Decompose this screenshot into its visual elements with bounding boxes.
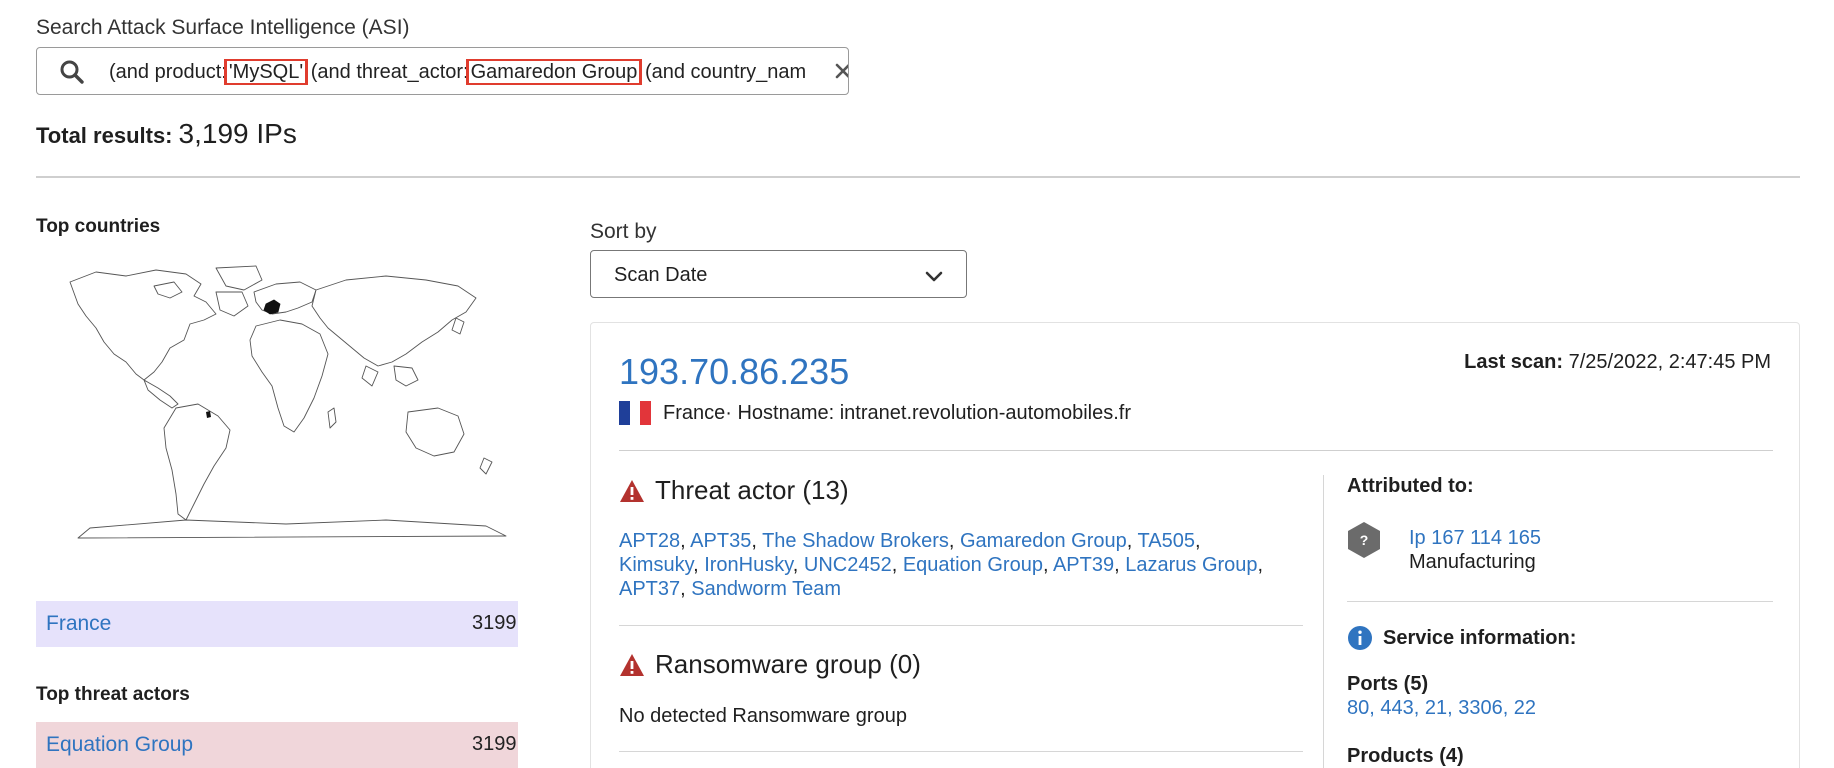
total-results-value: 3,199 IPs [178,118,297,149]
threat-actor-label[interactable]: Equation Group [46,733,193,757]
attributed-title: Attributed to: [1347,475,1474,497]
total-results: Total results: 3,199 IPs [36,118,297,150]
warning-icon [620,653,644,676]
column-divider [1323,475,1324,768]
right-divider [1347,601,1773,602]
search-icon[interactable] [59,59,85,85]
query-part: (and country_nam [639,61,807,83]
sort-select[interactable]: Scan Date [590,250,967,298]
ports-list[interactable]: 80, 443, 21, 3306, 22 [1347,697,1536,720]
threat-actor-link[interactable]: APT35 [690,530,751,552]
threat-actor-link[interactable]: The Shadow Brokers [762,530,949,552]
svg-text:?: ? [1360,532,1369,548]
query-part: (and product: [109,61,227,83]
threat-actor-title: Threat actor (13) [655,475,849,505]
country-label[interactable]: France [46,612,111,636]
top-threat-actors-title: Top threat actors [36,684,190,705]
search-query[interactable]: (and product: 'MySQL' (and threat_actor: G… [109,59,809,85]
threat-actor-link[interactable]: Kimsuky [619,554,693,576]
ransomware-empty: No detected Ransomware group [619,705,907,727]
attributed-sector: Manufacturing [1409,551,1536,573]
query-highlight-product: 'MySQL' [223,59,309,85]
section-divider [619,625,1303,626]
ransomware-heading: Ransomware group (0) [619,649,921,680]
threat-actor-link[interactable]: Equation Group [903,554,1043,576]
threat-actor-row[interactable]: Equation Group [36,722,518,768]
query-highlight-threat-actor: Gamaredon Group [465,59,643,85]
unknown-hexagon-icon: ? [1348,522,1380,558]
hostname: · Hostname: intranet.revolution-automobi… [725,401,1131,424]
location-line: France · Hostname: intranet.revolution-a… [619,401,1131,425]
threat-actor-count: 3199 [472,733,517,755]
last-scan-value: 7/25/2022, 2:47:45 PM [1568,351,1771,373]
close-icon[interactable] [832,60,849,82]
threat-actor-link[interactable]: IronHusky [704,554,793,576]
total-results-label: Total results: [36,123,173,148]
threat-actor-link[interactable]: Sandworm Team [691,578,841,600]
threat-actor-link[interactable]: TA505 [1138,530,1195,552]
sort-label: Sort by [590,220,657,243]
threat-actor-link[interactable]: APT37 [619,578,680,600]
threat-actor-link[interactable]: APT39 [1053,554,1114,576]
ransomware-title: Ransomware group (0) [655,649,921,679]
card-divider [619,450,1773,451]
top-countries-title: Top countries [36,216,161,237]
service-info-title: Service information: [1383,627,1577,649]
query-part: (and threat_actor: [305,61,469,83]
ip-link[interactable]: 193.70.86.235 [619,351,849,393]
threat-actor-link[interactable]: Lazarus Group [1125,554,1257,576]
search-label: Search Attack Surface Intelligence (ASI) [36,16,410,39]
sort-select-value: Scan Date [614,264,708,286]
last-scan-label: Last scan: [1464,351,1564,373]
header-divider [36,176,1800,178]
section-divider [619,751,1303,752]
threat-actor-link[interactable]: APT28 [619,530,680,552]
threat-actor-list: APT28, APT35, The Shadow Brokers, Gamare… [619,530,1264,600]
attributed-link[interactable]: Ip 167 114 165 [1409,527,1541,550]
france-flag-icon [619,401,652,425]
country-name: France [663,401,726,424]
country-count: 3199 [472,612,517,634]
country-row[interactable]: France [36,601,518,647]
search-input[interactable]: (and product: 'MySQL' (and threat_actor: G… [36,47,849,95]
world-map [69,265,507,539]
ports-title: Ports (5) [1347,673,1429,695]
info-icon [1348,626,1372,650]
threat-actor-heading: Threat actor (13) [619,475,849,506]
products-title: Products (4) [1347,745,1464,767]
last-scan: Last scan: 7/25/2022, 2:47:45 PM [1464,351,1771,374]
warning-icon [620,479,644,502]
chevron-down-icon [925,271,943,282]
threat-actor-link[interactable]: Gamaredon Group [960,530,1127,552]
threat-actor-link[interactable]: UNC2452 [804,554,892,576]
result-card: 193.70.86.235 Last scan: 7/25/2022, 2:47… [590,322,1800,768]
